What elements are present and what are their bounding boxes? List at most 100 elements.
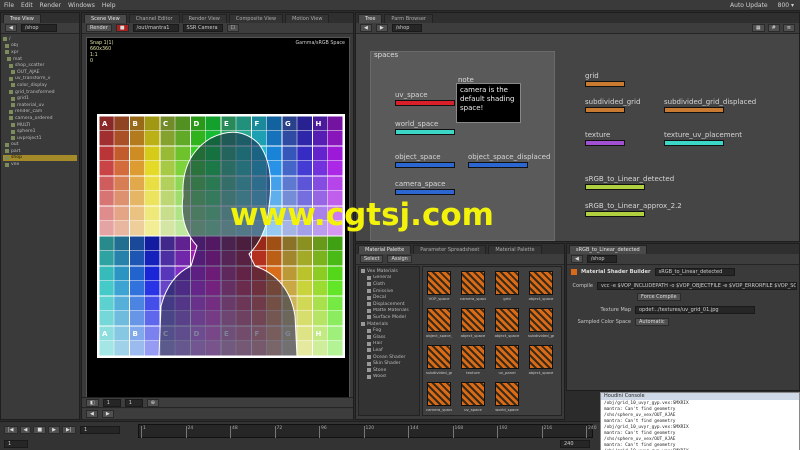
tab-parameter-spreadsheet[interactable]: Parameter Spreadsheet [413,245,487,254]
tree-row[interactable]: camera_ordered [3,115,77,122]
tree-row[interactable]: OUT_AJAE [3,69,77,76]
menu-edit[interactable]: Edit [21,2,33,9]
material-thumbnail[interactable] [529,345,553,369]
tree-row[interactable]: part [3,148,77,155]
tree-row[interactable]: grid_transformed [3,89,77,96]
first-frame-icon[interactable]: |◀ [4,426,18,434]
prev-frame-icon[interactable]: ◀ [19,426,32,434]
preview-toggle[interactable]: ☐ [226,24,240,32]
menu-render[interactable]: Render [40,2,61,9]
play-forward-icon[interactable]: ▶ [48,426,60,434]
tree-row[interactable]: grid1 [3,95,77,102]
tab-material-palette[interactable]: Material Palette [358,245,412,254]
node-texture-uv-placement[interactable] [664,140,724,146]
menu-file[interactable]: File [4,2,14,9]
material-thumbnail[interactable] [495,271,519,295]
material-category[interactable]: Ocean Shader [361,354,417,361]
assign-button[interactable]: Assign [387,255,412,263]
last-frame-icon[interactable]: ▶| [61,426,76,434]
material-category[interactable]: Matte Materials [361,308,417,315]
material-category[interactable]: Materials [361,321,417,328]
forward-icon[interactable]: ▶ [375,24,388,32]
tab-param-node[interactable]: sRGB_to_Linear_detected [569,245,647,254]
tree-row[interactable]: shop_scatter [3,62,77,69]
render-node-field[interactable]: /out/mantra1 [132,24,179,32]
material-category[interactable]: Surface Model [361,314,417,321]
material-category[interactable]: Fog [361,327,417,334]
node-sRGB-to-Linear-detected[interactable] [585,184,645,190]
render-button[interactable]: Render [86,24,112,32]
texture-map-field[interactable]: opdef:../textures/uv_grid_01.jpg [635,306,755,314]
tree-row[interactable]: out [3,142,77,149]
node-grid[interactable] [585,81,625,87]
tree-row[interactable]: obj [3,43,77,50]
material-category[interactable]: General [361,275,417,282]
material-category[interactable]: Glass [361,334,417,341]
material-thumbnail[interactable] [427,345,451,369]
material-category[interactable]: Wood [361,374,417,381]
material-thumbnail[interactable] [461,271,485,295]
menu-windows[interactable]: Windows [68,2,95,9]
tree-row[interactable]: material_uv [3,102,77,109]
material-thumbnail[interactable] [427,271,451,295]
node-world-space[interactable] [395,129,455,135]
color-space-dropdown[interactable]: Automatic [635,318,669,326]
grid-icon[interactable]: # [767,24,780,32]
material-thumbnail[interactable] [427,382,451,406]
select-button[interactable]: Select [360,255,384,263]
tree-row[interactable]: sphere1 [3,128,77,135]
tab-channel-editor[interactable]: Channel Editor [128,14,180,23]
list-icon[interactable]: ≡ [782,24,795,32]
play-icon[interactable]: ▶ [101,410,114,418]
node-object-space[interactable] [395,162,455,168]
material-category[interactable]: Decal [361,294,417,301]
param-path-field[interactable]: /shop [586,255,617,263]
start-frame-field[interactable]: 1 [4,440,28,448]
tab-scene-view[interactable]: Scene View [84,14,127,23]
tree-row[interactable]: / [3,36,77,43]
menu-help[interactable]: Help [102,2,116,9]
node-object-space-displaced[interactable] [468,162,528,168]
play-back-icon[interactable]: ◀ [86,410,98,418]
tree-row[interactable]: color_display [3,82,77,89]
material-category[interactable]: Displacement [361,301,417,308]
material-thumbnail[interactable] [529,308,553,332]
tab-network[interactable]: Tree [358,14,383,23]
back-icon[interactable]: ◀ [571,255,583,263]
node-sRGB-to-Linear-approx-2-2[interactable] [585,211,645,217]
scale-value-field[interactable]: 1 [124,398,143,407]
tab-composite-view[interactable]: Composite View [228,14,284,23]
snapshot-icon[interactable]: ◧ [86,398,99,407]
tab-tree-view[interactable]: Tree View [3,14,41,23]
layout-icon[interactable]: ▦ [751,24,765,32]
material-thumbnail[interactable] [427,308,451,332]
material-category[interactable]: Skin Shader [361,360,417,367]
tree-row[interactable]: mat [3,56,77,63]
zoom-icon[interactable]: ⊕ [146,398,159,407]
material-thumbnail[interactable] [495,382,519,406]
material-thumbnail[interactable] [461,345,485,369]
tree-path-field[interactable]: /shop [20,24,57,32]
back-icon[interactable]: ◀ [5,24,17,32]
back-icon[interactable]: ◀ [360,24,372,32]
tree-row[interactable]: vex [3,161,77,168]
network-path-field[interactable]: /shop [391,24,422,32]
stop-icon[interactable]: ■ [115,24,129,32]
material-category[interactable]: Leaf [361,347,417,354]
tab-motion-view[interactable]: Motion View [285,14,330,23]
tab-parm-browser[interactable]: Parm Browser [384,14,433,23]
node-subdivided-grid-displaced[interactable] [664,107,724,113]
material-category[interactable]: Vex Materials [361,268,417,275]
material-thumbnail[interactable] [495,345,519,369]
tree-row[interactable]: uv_transform_v [3,76,77,83]
material-thumbnail[interactable] [461,382,485,406]
param-node-name[interactable]: sRGB_to_Linear_detected [654,268,735,276]
camera-field[interactable]: SSR Camera [182,24,223,32]
tab-material-palette-2[interactable]: Material Palette [488,245,542,254]
tree-row[interactable]: shop [3,154,77,162]
node-uv-space[interactable] [395,100,455,106]
material-thumbnail[interactable] [529,271,553,295]
force-compile-button[interactable]: Force Compile [637,293,681,301]
tab-render-view[interactable]: Render View [181,14,227,23]
compile-command-field[interactable]: vcc -e $VOP_INCLUDEPATH -o $VOP_OBJECTFI… [597,282,797,290]
